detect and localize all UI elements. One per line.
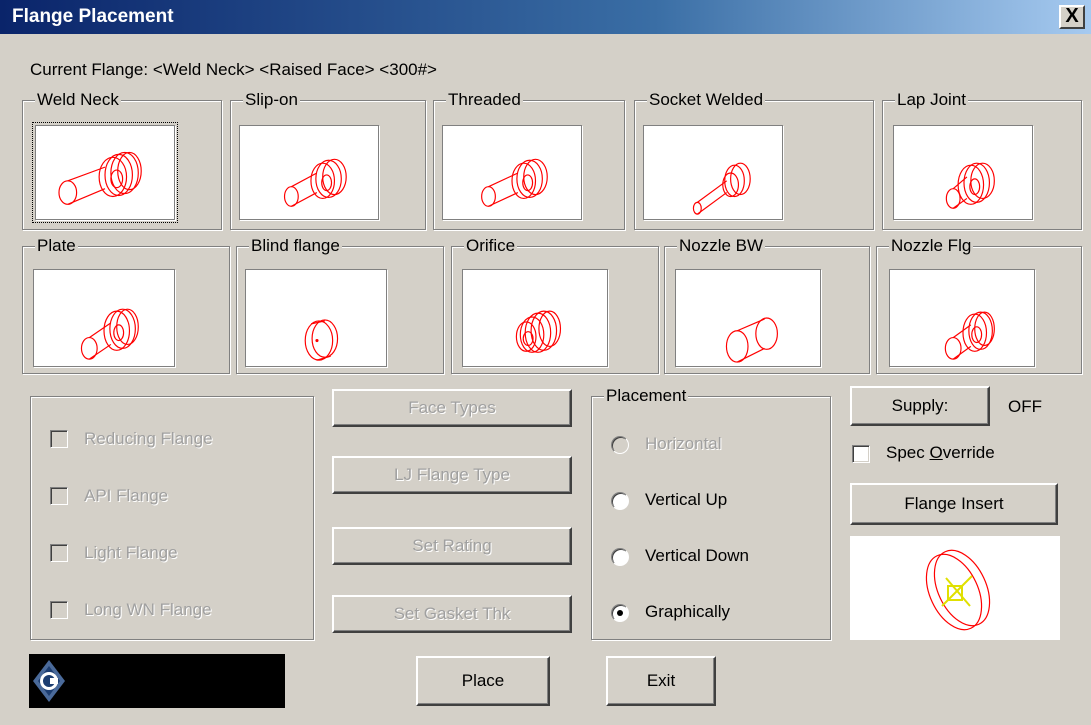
weld-neck-icon[interactable] [32,122,178,223]
flange-type-label: Slip-on [243,90,300,110]
flange-type-label: Nozzle BW [677,236,766,256]
light-flange-checkbox[interactable] [50,544,68,562]
light-flange-label: Light Flange [84,543,178,562]
flange-group-lap-joint: Lap Joint [882,90,1082,230]
threaded-icon[interactable] [442,125,582,220]
company-logo-icon [33,660,65,702]
flange-group-weld-neck: Weld Neck [22,90,222,230]
flange-group-nozzle-bw: Nozzle BW [664,236,870,374]
long-wn-flange-checkbox[interactable] [50,601,68,619]
flange-type-label: Plate [35,236,78,256]
graphically-label: Graphically [645,602,731,621]
place-button[interactable]: Place [416,656,550,706]
flange-type-label: Lap Joint [895,90,968,110]
flange-type-label: Blind flange [249,236,342,256]
logo-area [29,654,285,708]
nozzle-bw-icon[interactable] [675,269,821,367]
vertical-down-label: Vertical Down [645,546,749,565]
vertical-up-label: Vertical Up [645,490,728,509]
current-flange-label: Current Flange: <Weld Neck> <Raised Face… [30,60,437,79]
flange-group-nozzle-flg: Nozzle Flg [876,236,1082,374]
flange-group-threaded: Threaded [433,90,625,230]
graphically-radio[interactable] [611,604,629,622]
api-flange-checkbox[interactable] [50,487,68,505]
supply-button[interactable]: Supply: [850,386,990,426]
vertical-down-radio[interactable] [611,548,629,566]
spec-override-label: Spec Override [886,443,995,462]
flange-group-orifice: Orifice [451,236,659,374]
flange-insert-icon [925,549,991,631]
api-flange-label: API Flange [84,486,169,505]
long-wn-flange-label: Long WN Flange [84,600,212,619]
set-gasket-thk-button[interactable]: Set Gasket Thk [332,595,572,633]
horizontal-label: Horizontal [645,434,722,453]
lap-joint-icon[interactable] [893,125,1033,220]
flange-type-label: Orifice [464,236,518,256]
close-button[interactable]: X [1059,5,1085,29]
title-bar: Flange Placement X [0,0,1091,34]
reducing-flange-label: Reducing Flange [84,429,213,448]
slip-on-icon[interactable] [239,125,379,220]
flange-group-blind: Blind flange [236,236,444,374]
window-title: Flange Placement [12,6,174,27]
plate-icon[interactable] [33,269,175,367]
orifice-icon[interactable] [462,269,608,367]
exit-button[interactable]: Exit [606,656,716,706]
flange-type-label: Nozzle Flg [889,236,974,256]
vertical-up-radio[interactable] [611,492,629,510]
supply-value: OFF [1008,397,1042,416]
nozzle-flg-icon[interactable] [889,269,1035,367]
flange-type-label: Weld Neck [35,90,121,110]
flange-group-plate: Plate [22,236,230,374]
close-icon: X [1065,5,1079,27]
set-rating-button[interactable]: Set Rating [332,527,572,565]
spec-override-checkbox[interactable] [852,445,870,463]
blind-flange-icon[interactable] [245,269,387,367]
flange-group-socket-welded: Socket Welded [634,90,874,230]
horizontal-radio[interactable] [611,436,629,454]
reducing-flange-checkbox[interactable] [50,430,68,448]
placement-group-title: Placement [604,386,689,406]
face-types-button[interactable]: Face Types [332,389,572,427]
flange-insert-button[interactable]: Flange Insert [850,483,1058,525]
flange-insert-preview [850,536,1060,640]
flange-type-label: Socket Welded [647,90,766,110]
socket-welded-icon[interactable] [643,125,783,220]
flange-type-label: Threaded [446,90,523,110]
flange-group-slip-on: Slip-on [230,90,426,230]
lj-flange-type-button[interactable]: LJ Flange Type [332,456,572,494]
